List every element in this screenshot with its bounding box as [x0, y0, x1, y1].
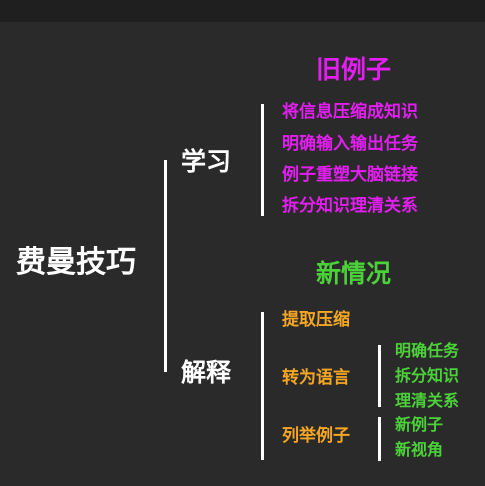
study-item: 明确输入输出任务 — [282, 134, 418, 154]
study-heading: 旧例子 — [316, 55, 392, 84]
explain-step: 提取压缩 — [282, 310, 350, 330]
step-detail: 明确任务 — [395, 341, 460, 360]
study-item: 将信息压缩成知识 — [282, 102, 418, 122]
step-detail-bracket — [378, 345, 381, 407]
step-detail: 理清关系 — [395, 391, 460, 410]
study-item: 拆分知识理清关系 — [282, 196, 418, 216]
branch-explain: 解释 — [181, 358, 232, 387]
explain-heading: 新情况 — [316, 259, 392, 288]
step-detail-bracket — [378, 417, 381, 461]
top-band — [0, 0, 485, 22]
step-detail: 新例子 — [395, 415, 444, 434]
step-detail: 新视角 — [395, 440, 444, 459]
explain-step: 转为语言 — [282, 368, 350, 388]
explain-step: 列举例子 — [282, 426, 350, 446]
step-detail: 拆分知识 — [395, 366, 460, 385]
root-bracket — [164, 160, 167, 372]
explain-bracket — [261, 312, 264, 460]
branch-study: 学习 — [181, 147, 232, 176]
study-bracket — [261, 104, 264, 216]
root-node: 费曼技巧 — [16, 245, 136, 280]
study-item: 例子重塑大脑链接 — [282, 165, 418, 185]
